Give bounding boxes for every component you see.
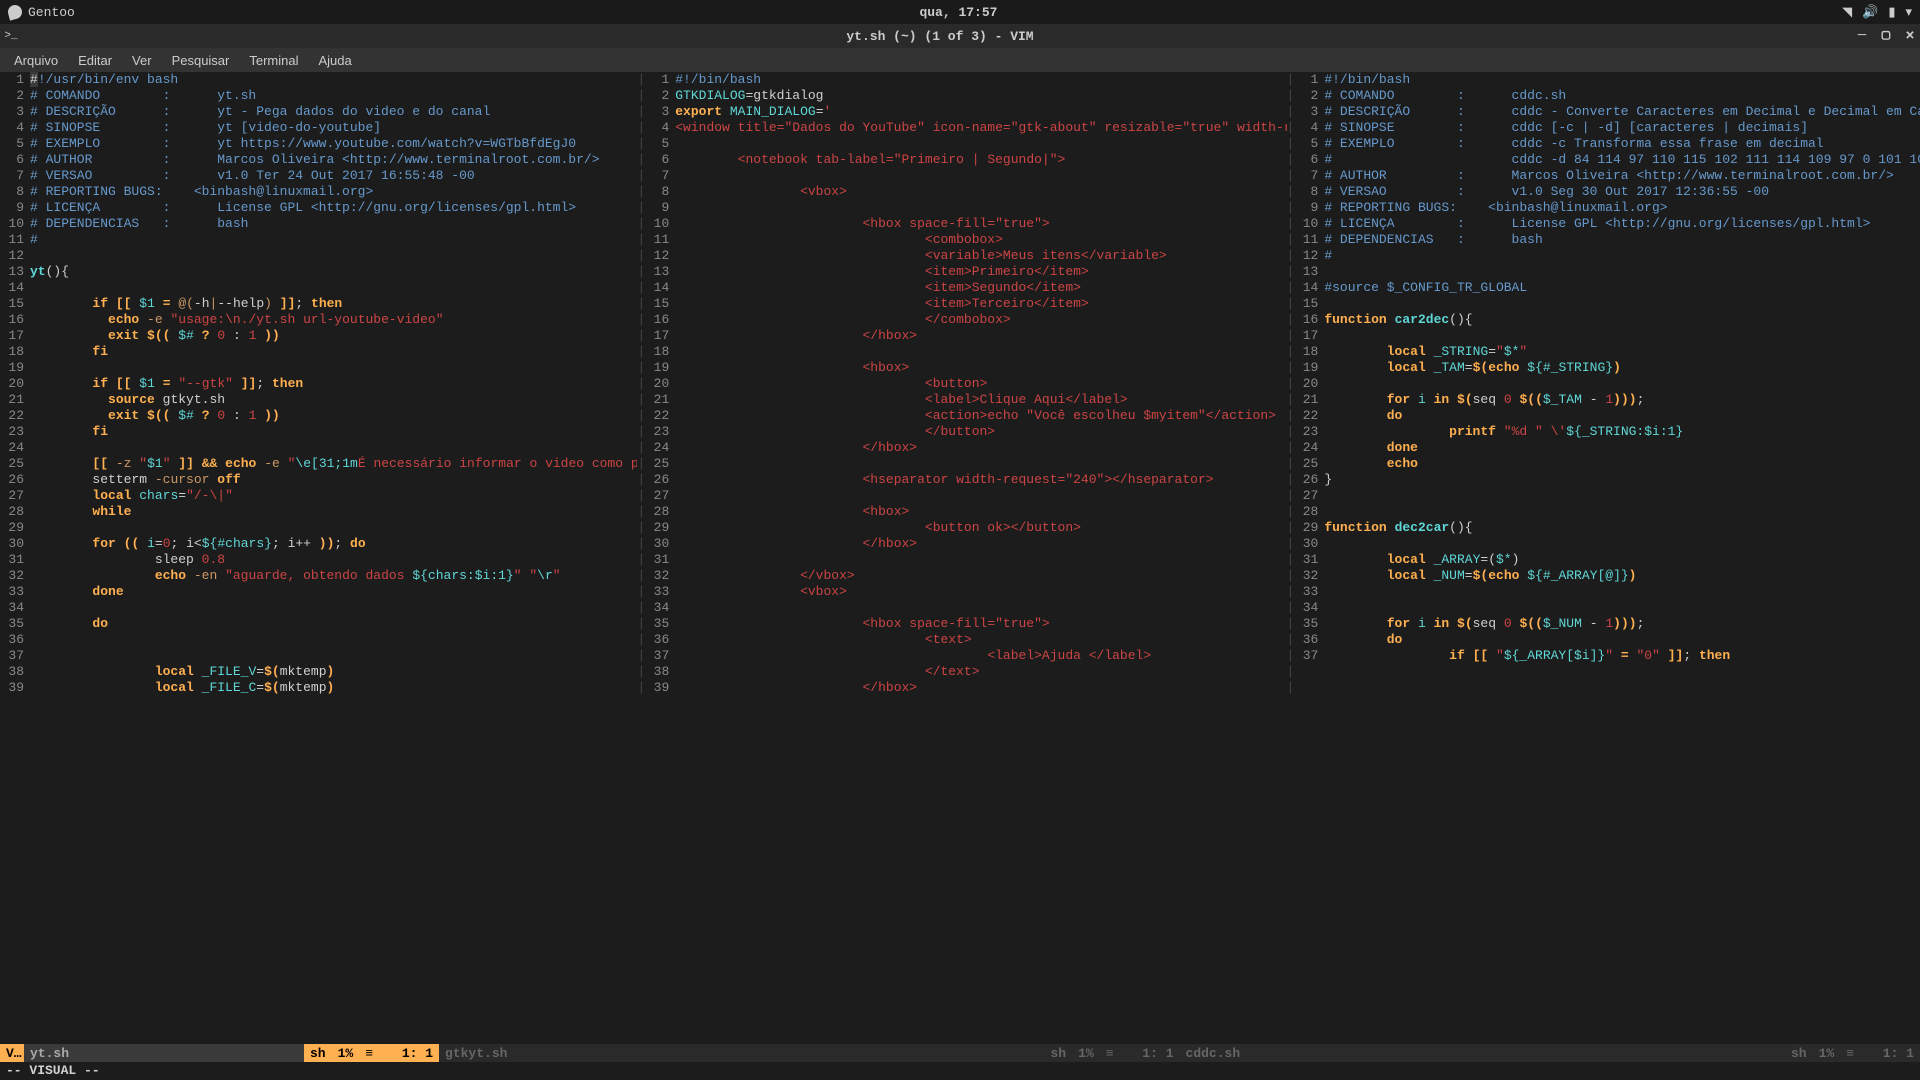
file-name-2: gtkyt.sh	[439, 1044, 1044, 1062]
menu-ver[interactable]: Ver	[122, 51, 162, 70]
line-numbers: 1234567891011121314151617181920212223242…	[645, 72, 675, 1044]
distro-name[interactable]: Gentoo	[28, 5, 75, 20]
file-name-1: yt.sh	[24, 1044, 304, 1062]
window-title: yt.sh (~) (1 of 3) - VIM	[24, 29, 1856, 44]
clock[interactable]: qua, 17:57	[75, 5, 1842, 20]
pane-1[interactable]: 1234567891011121314151617181920212223242…	[0, 72, 637, 1044]
terminal-icon: >_	[4, 29, 18, 43]
chevron-down-icon[interactable]: ▾	[1905, 5, 1912, 20]
menu-pesquisar[interactable]: Pesquisar	[162, 51, 240, 70]
pct-3: 1%	[1813, 1044, 1841, 1062]
line-numbers: 1234567891011121314151617181920212223242…	[1294, 72, 1324, 1044]
terminal-menubar: Arquivo Editar Ver Pesquisar Terminal Aj…	[0, 48, 1920, 72]
menu-editar[interactable]: Editar	[68, 51, 122, 70]
mode-indicator: V…	[0, 1044, 24, 1062]
vertical-separator: |||||||||||||||||||||||||||||||||||||||	[1287, 72, 1295, 1044]
gentoo-logo-icon	[6, 3, 23, 20]
menu-arquivo[interactable]: Arquivo	[4, 51, 68, 70]
menu-ajuda[interactable]: Ajuda	[309, 51, 362, 70]
code-area[interactable]: #!/usr/bin/env bash# COMANDO : yt.sh# DE…	[30, 72, 637, 1044]
pos-3: 1: 1	[1860, 1044, 1920, 1062]
close-button[interactable]: ✕	[1904, 30, 1916, 42]
menu-icon: ≡	[1840, 1044, 1860, 1062]
pos-1: 1: 1	[379, 1044, 439, 1062]
volume-icon[interactable]: 🔊	[1862, 5, 1878, 20]
filetype-2: sh	[1044, 1044, 1072, 1062]
maximize-button[interactable]: ▢	[1880, 30, 1892, 42]
filetype-3: sh	[1785, 1044, 1813, 1062]
filetype-1: sh	[304, 1044, 332, 1062]
vertical-separator: |||||||||||||||||||||||||||||||||||||||	[637, 72, 645, 1044]
pct-2: 1%	[1072, 1044, 1100, 1062]
code-area[interactable]: #!/bin/bash# COMANDO : cddc.sh# DESCRIÇÃ…	[1324, 72, 1920, 1044]
pane-2[interactable]: 1234567891011121314151617181920212223242…	[645, 72, 1286, 1044]
vim-modeline: -- VISUAL --	[0, 1062, 1920, 1080]
menu-icon: ≡	[359, 1044, 379, 1062]
minimize-button[interactable]: ─	[1856, 30, 1868, 42]
pane-3[interactable]: 1234567891011121314151617181920212223242…	[1294, 72, 1920, 1044]
file-name-3: cddc.sh	[1180, 1044, 1785, 1062]
menu-terminal[interactable]: Terminal	[239, 51, 308, 70]
line-numbers: 1234567891011121314151617181920212223242…	[0, 72, 30, 1044]
window-titlebar: >_ yt.sh (~) (1 of 3) - VIM ─ ▢ ✕	[0, 24, 1920, 48]
pct-1: 1%	[332, 1044, 360, 1062]
code-area[interactable]: #!/bin/bashGTKDIALOG=gtkdialogexport MAI…	[675, 72, 1286, 1044]
battery-icon[interactable]: ▮	[1888, 5, 1895, 20]
menu-icon: ≡	[1100, 1044, 1120, 1062]
network-icon[interactable]: ◥	[1842, 5, 1852, 20]
pos-2: 1: 1	[1120, 1044, 1180, 1062]
vim-editor[interactable]: 1234567891011121314151617181920212223242…	[0, 72, 1920, 1044]
gnome-topbar: Gentoo qua, 17:57 ◥ 🔊 ▮ ▾	[0, 0, 1920, 24]
vim-statusbar: V… yt.sh sh 1% ≡ 1: 1 gtkyt.sh sh 1% ≡ 1…	[0, 1044, 1920, 1062]
